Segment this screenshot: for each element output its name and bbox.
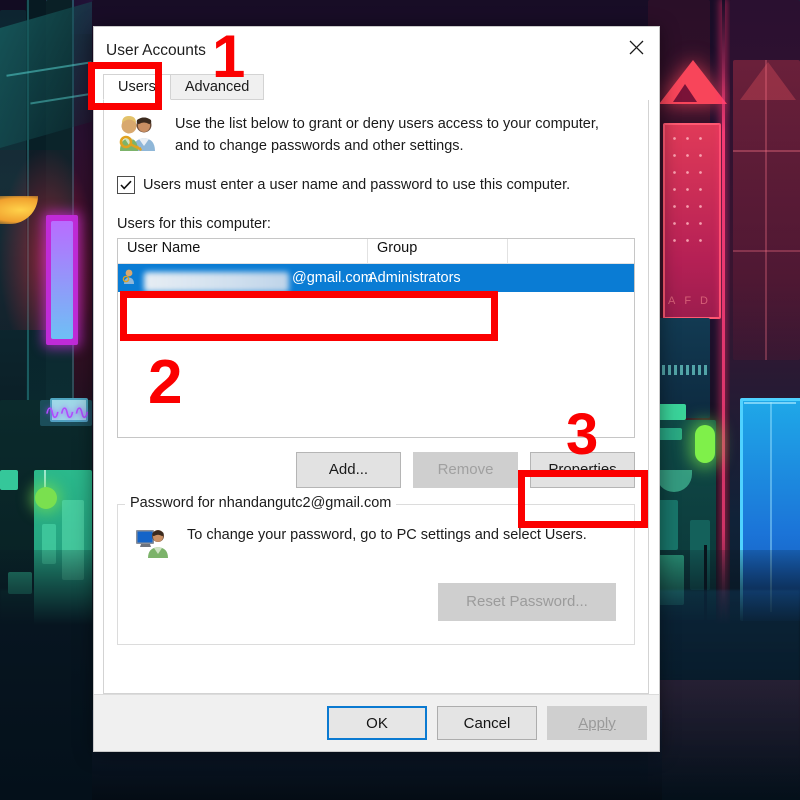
- listview-header: User Name Group: [118, 238, 634, 264]
- shop-left-accent: [0, 470, 18, 490]
- wave-neon-icon: ∿∿∿: [44, 402, 90, 424]
- user-small-icon: [122, 268, 142, 288]
- password-group-box: Password for nhandangutc2@gmail.com To c…: [117, 494, 635, 645]
- reset-password-row: Reset Password...: [118, 563, 634, 621]
- right-mullion-3: [765, 60, 767, 360]
- tab-users[interactable]: Users: [103, 74, 171, 100]
- ok-button-label: OK: [366, 714, 388, 732]
- triangle-logo-reflection: [740, 62, 796, 100]
- right-shop-sign-1: [656, 404, 686, 420]
- window-title: User Accounts: [106, 41, 206, 59]
- checkbox-checkmark-icon[interactable]: [117, 175, 135, 194]
- cancel-button[interactable]: Cancel: [437, 706, 537, 740]
- column-header-group[interactable]: Group: [368, 238, 508, 263]
- require-login-checkbox-row[interactable]: Users must enter a user name and passwor…: [104, 158, 648, 194]
- password-message: To change your password, go to PC settin…: [187, 526, 587, 543]
- tab-strip: Users Advanced: [103, 74, 649, 100]
- users-listview[interactable]: User Name Group @gmail.com Administrator…: [117, 237, 635, 438]
- add-button[interactable]: Add...: [296, 451, 401, 488]
- screen: ∿∿∿ AFD User Accounts Users Advanced Use…: [0, 0, 800, 800]
- properties-button[interactable]: Properties: [530, 451, 635, 488]
- properties-button-label: Properties: [548, 461, 617, 478]
- apply-button-label: Apply: [578, 714, 616, 732]
- reset-password-button: Reset Password...: [438, 582, 616, 621]
- reset-password-button-label: Reset Password...: [466, 593, 588, 610]
- remove-button-label: Remove: [437, 461, 494, 478]
- group-cell: Administrators: [368, 269, 461, 286]
- green-pill-neon: [695, 425, 715, 463]
- triangle-logo-inner: [673, 84, 697, 102]
- user-accounts-dialog: User Accounts Users Advanced Use the lis…: [93, 26, 660, 752]
- table-row[interactable]: @gmail.com Administrators: [118, 263, 634, 292]
- add-button-label: Add...: [328, 461, 369, 478]
- intro-line-1: Use the list below to grant or deny user…: [175, 116, 599, 132]
- list-button-row: Add... Remove Properties: [104, 438, 648, 488]
- reflection-pink: [648, 680, 800, 800]
- tab-advanced-label: Advanced: [184, 79, 250, 95]
- dialog-footer: OK Cancel Apply: [94, 694, 659, 751]
- user-monitor-icon: [135, 527, 169, 563]
- column-header-user-name[interactable]: User Name: [118, 238, 368, 263]
- intro-line-2: and to change passwords and other settin…: [175, 137, 464, 154]
- billboard-dot-pattern: [668, 130, 712, 250]
- tab-users-label: Users: [118, 79, 156, 95]
- cancel-button-label: Cancel: [463, 714, 511, 732]
- remove-button: Remove: [413, 451, 518, 488]
- purple-neon-inner: [51, 221, 73, 339]
- users-with-key-icon: [117, 114, 159, 158]
- green-lamp: [35, 487, 57, 509]
- column-header-filler: [508, 239, 634, 263]
- users-list-caption: Users for this computer:: [117, 215, 271, 232]
- apply-button: Apply: [547, 706, 647, 740]
- close-icon[interactable]: [613, 27, 659, 67]
- intro-section: Use the list below to grant or deny user…: [104, 100, 648, 158]
- tab-page-users: Use the list below to grant or deny user…: [103, 100, 649, 694]
- billboard-text: AFD: [668, 295, 717, 307]
- user-name-suffix: @gmail.com: [292, 269, 373, 286]
- tab-advanced[interactable]: Advanced: [169, 74, 265, 100]
- user-name-cell: @gmail.com: [142, 269, 373, 292]
- password-group-legend: Password for nhandangutc2@gmail.com: [125, 494, 397, 511]
- intro-text: Use the list below to grant or deny user…: [175, 114, 599, 158]
- ok-button[interactable]: OK: [327, 706, 427, 740]
- title-bar: User Accounts: [94, 27, 659, 74]
- password-group-body: To change your password, go to PC settin…: [118, 505, 634, 563]
- require-login-checkbox-label: Users must enter a user name and passwor…: [143, 176, 571, 193]
